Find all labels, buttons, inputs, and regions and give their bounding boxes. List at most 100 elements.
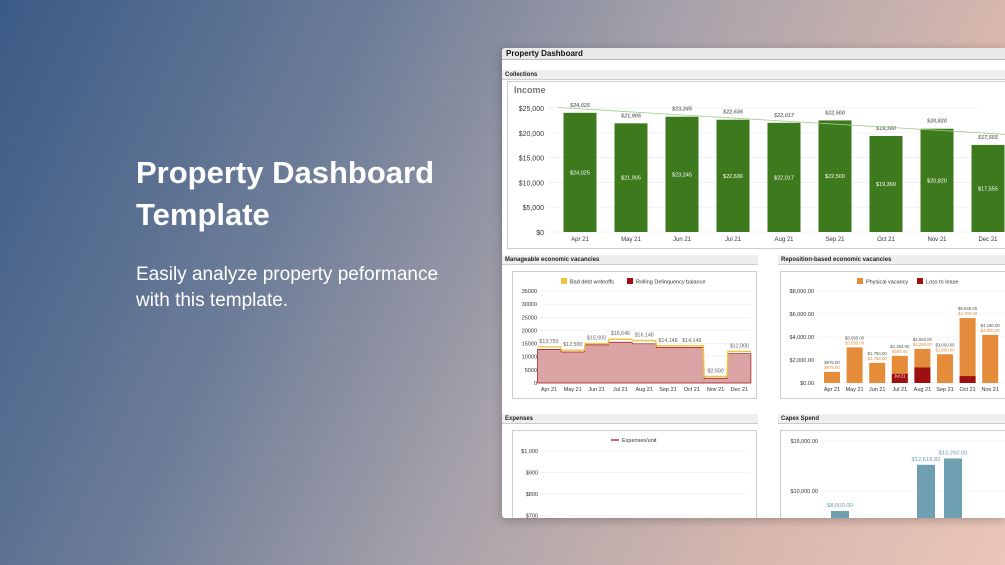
legend-swatch-delinquency (627, 278, 633, 284)
manageable-chart-box: Bad debt writeoffs Rolling Delinquency ba… (512, 271, 757, 399)
x-tick-label: Nov 21 (707, 387, 724, 393)
hero-title: Property Dashboard Template (136, 155, 435, 232)
y-tick-label: $8,000.00 (790, 289, 814, 295)
bar-value-label: $17,555 (978, 186, 998, 192)
y-tick-label: 30000 (522, 302, 537, 308)
y-tick-label: $0.00 (800, 381, 814, 387)
point-label: $14,148 (658, 338, 677, 344)
legend-swatch-physical-vacancy (857, 278, 863, 284)
legend-swatch-bad-debt (561, 278, 567, 284)
bar-top-label: $17,555 (977, 135, 999, 141)
bar-sub-label: $1,750.00 (868, 356, 888, 361)
bar-top-label: $22,636 (722, 110, 744, 116)
point-label: $14,148 (682, 338, 701, 344)
bar-value-label: $22,500 (825, 174, 845, 180)
bar-value-label: $8,000.00 (827, 503, 853, 509)
y-tick-label: $5,000 (523, 205, 545, 212)
bar-sub-label: $1,890.00 (935, 347, 955, 352)
bar-sub-label: $600.00 (892, 349, 908, 354)
section-reposition: Reposition-based economic vacancies (778, 255, 1005, 265)
y-tick-label: $10,000 (519, 180, 544, 187)
y-tick-label: 15000 (522, 342, 537, 348)
bar-top-label: $20,820 (926, 119, 947, 125)
y-tick-label: 35000 (522, 289, 537, 295)
bar-top-label: $23,245 (671, 107, 693, 113)
reposition-chart-box: Physical vacancy Loss to lease $0.00 $2,000… (780, 271, 1005, 399)
loss-to-lease-bar (959, 376, 976, 383)
physical-vacancy-bar (869, 362, 886, 383)
bar-value-label: $23,245 (672, 172, 692, 178)
bar-value-label: $24,025 (570, 170, 590, 176)
bar-sub-label: $3,095.00 (845, 340, 865, 345)
y-tick-label: $700 (526, 513, 538, 518)
income-chart-box: Income $0 $5,000 $10,000 $15,000 $20,000 $25,0… (507, 81, 1005, 249)
y-tick-label: 10000 (522, 355, 537, 361)
point-label: $13,750 (539, 339, 558, 345)
x-tick-label: Jul 21 (725, 237, 742, 243)
y-tick-label: $1,000 (521, 449, 538, 455)
legend-label: Bad debt writeoffs (570, 280, 614, 286)
bar-value-label: $12,618.82 (911, 457, 940, 463)
bar-top-label: $22,017 (773, 113, 795, 119)
hero-subtitle: Easily analyze property peformance with … (136, 264, 439, 311)
physical-vacancy-bar (824, 371, 840, 383)
dashboard-title: Property Dashboard (502, 48, 1005, 60)
bar-value-label: $21,905 (621, 176, 641, 182)
y-tick-label: $25,000 (519, 106, 544, 113)
bar-sub-label: $1,280.00 (913, 342, 933, 347)
y-tick-label: 5000 (525, 368, 537, 374)
x-tick-label: May 21 (846, 387, 864, 393)
y-tick-label: $10,000.00 (790, 489, 818, 495)
bar-sub-label: $975.00 (824, 365, 840, 370)
chart-title: Income (514, 85, 546, 95)
section-manageable: Manageable economic vacancies (502, 255, 758, 265)
x-tick-label: Jul 21 (613, 387, 628, 393)
y-tick-label: $15,000.00 (790, 439, 818, 445)
capex-chart: $10,000.00$15,000.00$8,000.00$5,000.00$1… (790, 439, 1005, 518)
bar-top-label: $21,905 (620, 113, 642, 119)
expenses-chart: Expenses/unit$500$600$700$800$900$1,000 (521, 438, 749, 518)
x-tick-label: Dec 21 (978, 237, 998, 243)
x-tick-label: Sep 21 (825, 237, 845, 243)
x-tick-label: Jun 21 (588, 387, 605, 393)
dashboard-panel: Property Dashboard Collections Income $0 $… (502, 48, 1005, 518)
y-tick-label: 0 (534, 381, 537, 387)
bar-value-label: $22,636 (723, 174, 743, 180)
x-tick-label: Sep 21 (659, 387, 676, 393)
x-tick-label: Aug 21 (635, 387, 652, 393)
y-tick-label: $900 (526, 470, 538, 476)
manageable-chart: Bad debt writeoffs Rolling Delinquency ba… (522, 278, 752, 393)
x-tick-label: May 21 (564, 387, 582, 393)
y-tick-label: $4,000.00 (790, 335, 814, 341)
bar-top-label: $24,025 (569, 103, 591, 109)
legend-label: Physical vacancy (866, 280, 908, 286)
x-tick-label: Jul 21 (892, 387, 907, 393)
x-tick-label: Aug 21 (774, 237, 794, 243)
bar-value-label: $19,360 (876, 182, 896, 188)
y-tick-label: $20,000 (519, 131, 544, 138)
legend-label: Expenses/unit (622, 438, 657, 444)
point-label: $15,000 (587, 336, 606, 342)
x-tick-label: Dec 21 (731, 387, 748, 393)
section-expenses: Expenses (502, 414, 758, 424)
x-tick-label: Sep 21 (936, 387, 953, 393)
loss-to-lease-bar (914, 367, 931, 383)
point-label: $16,148 (635, 333, 654, 339)
bar-value-label: $20,820 (927, 178, 947, 184)
capex-bar (831, 511, 849, 518)
y-tick-label: $15,000 (519, 156, 544, 163)
bar-value-label: $22,017 (774, 175, 794, 181)
capex-bar (917, 464, 935, 518)
x-tick-label: Jun 21 (673, 237, 692, 243)
reposition-chart: Physical vacancy Loss to lease $0.00 $2,000… (790, 278, 1005, 393)
physical-vacancy-bar (846, 347, 863, 383)
expenses-chart-box: Expenses/unit$500$600$700$800$900$1,000 (512, 430, 757, 518)
physical-vacancy-bar (937, 354, 953, 383)
legend-swatch-loss-to-lease (917, 278, 923, 284)
legend-label: Rolling Delinquency balance (636, 280, 705, 286)
x-tick-label: Nov 21 (927, 237, 947, 243)
income-chart: Income $0 $5,000 $10,000 $15,000 $20,000 $25,0… (514, 85, 1005, 243)
bar-sub-label: $3,800.00 (981, 328, 1001, 333)
bar-value-label: $13,250.00 (938, 451, 967, 457)
y-tick-label: $800 (526, 492, 538, 498)
